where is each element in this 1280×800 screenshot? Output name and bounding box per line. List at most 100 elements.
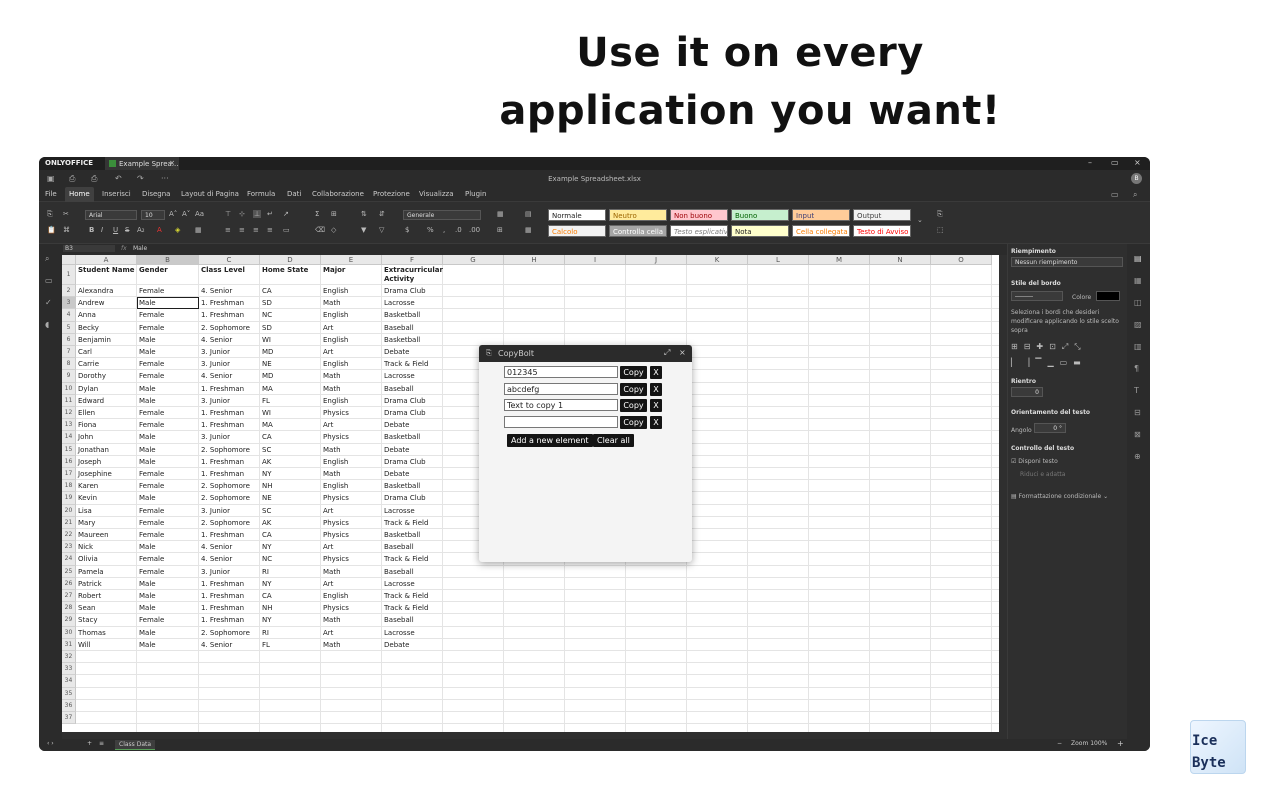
table-cell[interactable]: 1. Freshman — [199, 419, 260, 431]
table-cell[interactable]: Math — [321, 370, 382, 382]
table-cell[interactable]: Track & Field — [382, 602, 443, 614]
increase-decimal-icon[interactable]: .00 — [469, 226, 480, 234]
row-header[interactable]: 9 — [62, 370, 76, 383]
cell-reference-box[interactable]: B3 — [63, 245, 115, 252]
formula-input[interactable]: Male — [133, 245, 147, 252]
select-all-corner[interactable] — [62, 255, 76, 265]
style-calcolo[interactable]: Calcolo — [548, 225, 606, 237]
table-cell[interactable]: Debate — [382, 419, 443, 431]
table-cell[interactable]: Female — [137, 407, 199, 419]
header-cell[interactable]: Student Name — [76, 266, 137, 275]
table-cell[interactable]: Maureen — [76, 529, 137, 541]
clear-filter-icon[interactable]: ▽ — [379, 226, 384, 234]
zoom-out-icon[interactable]: − — [1057, 740, 1062, 747]
table-cell[interactable]: NE — [260, 492, 321, 504]
copy-button[interactable]: Copy — [620, 366, 647, 379]
table-cell[interactable]: 1. Freshman — [199, 297, 260, 309]
table-cell[interactable]: Art — [321, 346, 382, 358]
table-cell[interactable]: Dorothy — [76, 370, 137, 382]
table-cell[interactable]: 1. Freshman — [199, 602, 260, 614]
table-cell[interactable]: English — [321, 395, 382, 407]
style-controlla-cella[interactable]: Controlla cella — [609, 225, 667, 237]
row-header[interactable]: 34 — [62, 675, 76, 688]
table-cell[interactable]: Carl — [76, 346, 137, 358]
row-header[interactable]: 20 — [62, 504, 76, 517]
column-header[interactable]: C — [199, 255, 260, 265]
table-cell[interactable]: Physics — [321, 529, 382, 541]
table-cell[interactable]: Lacrosse — [382, 627, 443, 639]
copy-icon[interactable]: ⎘ — [47, 210, 53, 219]
named-ranges-icon[interactable]: ⊞ — [331, 210, 337, 218]
table-cell[interactable]: 3. Junior — [199, 358, 260, 370]
table-cell[interactable]: Baseball — [382, 614, 443, 626]
table-cell[interactable]: Female — [137, 505, 199, 517]
number-format-select[interactable]: Generale — [403, 210, 481, 220]
table-cell[interactable]: Male — [137, 444, 199, 456]
copy-button[interactable]: Copy — [620, 383, 647, 396]
header-cell[interactable]: Gender — [137, 266, 199, 275]
cell-style-icon[interactable]: ▤ — [525, 210, 532, 218]
table-cell[interactable]: Physics — [321, 602, 382, 614]
header-cell[interactable]: Class Level — [199, 266, 260, 275]
table-cell[interactable]: Debate — [382, 444, 443, 456]
row-header[interactable]: 3 — [62, 297, 76, 310]
column-header[interactable]: D — [260, 255, 321, 265]
table-cell[interactable]: Female — [137, 614, 199, 626]
indent-input[interactable]: 0 — [1011, 387, 1043, 397]
column-header[interactable]: E — [321, 255, 382, 265]
search-icon[interactable]: ⌕ — [45, 254, 49, 264]
table-cell[interactable]: 1. Freshman — [199, 309, 260, 321]
table-cell[interactable]: Dylan — [76, 383, 137, 395]
border-style-select[interactable]: ――― — [1011, 291, 1063, 301]
table-cell[interactable]: Nick — [76, 541, 137, 553]
border-buttons-row-1[interactable]: ⊞⊟✚⊡⤢⤡ — [1011, 342, 1121, 351]
header-cell[interactable]: Extracurricular Activity — [382, 266, 443, 284]
table-cell[interactable]: FL — [260, 395, 321, 407]
table-cell[interactable]: Art — [321, 541, 382, 553]
column-header[interactable]: K — [687, 255, 748, 265]
column-header[interactable]: M — [809, 255, 870, 265]
align-bottom-icon[interactable]: ⊥ — [253, 210, 262, 218]
copy-item-input[interactable] — [504, 383, 618, 395]
table-cell[interactable]: English — [321, 285, 382, 297]
justify-icon[interactable]: ≡ — [267, 226, 273, 234]
select-all-icon[interactable]: ⬚ — [937, 226, 944, 234]
table-cell[interactable]: MA — [260, 419, 321, 431]
folder-icon[interactable]: ▭ — [1111, 190, 1119, 199]
column-header[interactable]: B — [137, 255, 199, 265]
underline-icon[interactable]: U — [113, 226, 118, 234]
table-cell[interactable]: Pamela — [76, 566, 137, 578]
table-cell[interactable]: 1. Freshman — [199, 468, 260, 480]
angle-input[interactable]: 0 ° — [1034, 423, 1066, 433]
table-cell[interactable]: Physics — [321, 517, 382, 529]
row-header[interactable]: 15 — [62, 443, 76, 456]
row-header[interactable]: 1 — [62, 265, 76, 285]
row-header[interactable]: 35 — [62, 687, 76, 700]
table-cell[interactable]: Physics — [321, 492, 382, 504]
fill-icon[interactable]: ◇ — [331, 226, 336, 234]
row-header[interactable]: 2 — [62, 285, 76, 298]
table-cell[interactable]: 4. Senior — [199, 370, 260, 382]
table-cell[interactable]: Becky — [76, 322, 137, 334]
table-cell[interactable]: Female — [137, 468, 199, 480]
table-cell[interactable]: Male — [137, 492, 199, 504]
fill-color-icon[interactable]: ◈ — [175, 226, 180, 234]
clear-icon[interactable]: ⌫ — [315, 226, 325, 234]
table-cell[interactable]: 2. Sophomore — [199, 322, 260, 334]
table-cell[interactable]: NY — [260, 578, 321, 590]
align-right-icon[interactable]: ≡ — [253, 226, 259, 234]
cell-settings-icon[interactable]: ▤ — [1134, 254, 1142, 263]
paragraph-settings-icon[interactable]: ¶ — [1134, 364, 1139, 373]
row-header[interactable]: 16 — [62, 455, 76, 468]
table-cell[interactable]: Male — [137, 541, 199, 553]
table-cell[interactable]: MA — [260, 383, 321, 395]
table-cell[interactable]: Will — [76, 639, 137, 651]
table-cell[interactable]: English — [321, 309, 382, 321]
table-cell[interactable]: Andrew — [76, 297, 137, 309]
table-cell[interactable]: Male — [137, 383, 199, 395]
copy-button[interactable]: Copy — [620, 416, 647, 429]
format-painter-icon[interactable]: ⌘ — [63, 226, 70, 234]
table-cell[interactable]: Male — [137, 602, 199, 614]
table-cell[interactable]: SC — [260, 505, 321, 517]
row-header[interactable]: 13 — [62, 419, 76, 432]
